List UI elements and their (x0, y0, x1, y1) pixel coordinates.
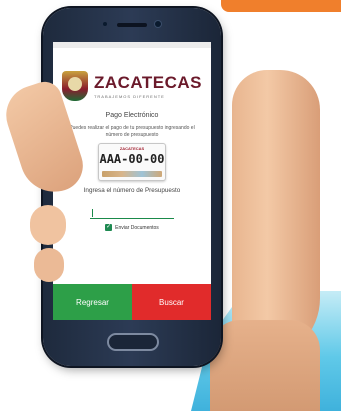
input-prompt: Ingresa el número de Presupuesto (83, 187, 181, 194)
plate-decoration (102, 171, 162, 177)
finger-image (30, 205, 66, 245)
page-title: Pago Electrónico (105, 112, 159, 119)
brand-name: ZACATECAS (93, 72, 203, 92)
status-bar (53, 42, 211, 48)
send-documents-checkbox[interactable]: ✓ (105, 224, 113, 231)
crest-icon (61, 71, 88, 101)
text-cursor (92, 209, 93, 217)
send-documents-label: Enviar Documentos (115, 224, 159, 231)
description-text: Puedes realizar el pago de tu presupuest… (69, 125, 195, 138)
plate-number: AAA-00-00 (99, 152, 165, 166)
sensor-icon (103, 22, 107, 26)
sample-plate-image: ZACATECAS AAA-00-00 (98, 143, 166, 181)
home-button[interactable] (107, 333, 159, 351)
brand-tagline: TRABAJEMOS DIFERENTE (93, 93, 165, 99)
front-camera-icon (155, 21, 161, 27)
back-button[interactable]: Regresar (53, 284, 132, 320)
budget-number-input[interactable] (90, 208, 174, 219)
search-button[interactable]: Buscar (132, 284, 211, 320)
decorative-orange-bar (221, 0, 341, 12)
send-documents-row[interactable]: ✓ Enviar Documentos (53, 224, 211, 231)
finger-image (34, 248, 64, 282)
hand-image (232, 70, 320, 360)
wrist-image (210, 320, 320, 411)
logo: ZACATECAS TRABAJEMOS DIFERENTE (53, 68, 211, 104)
action-buttons: Regresar Buscar (53, 284, 211, 320)
speaker-grille (117, 23, 147, 27)
